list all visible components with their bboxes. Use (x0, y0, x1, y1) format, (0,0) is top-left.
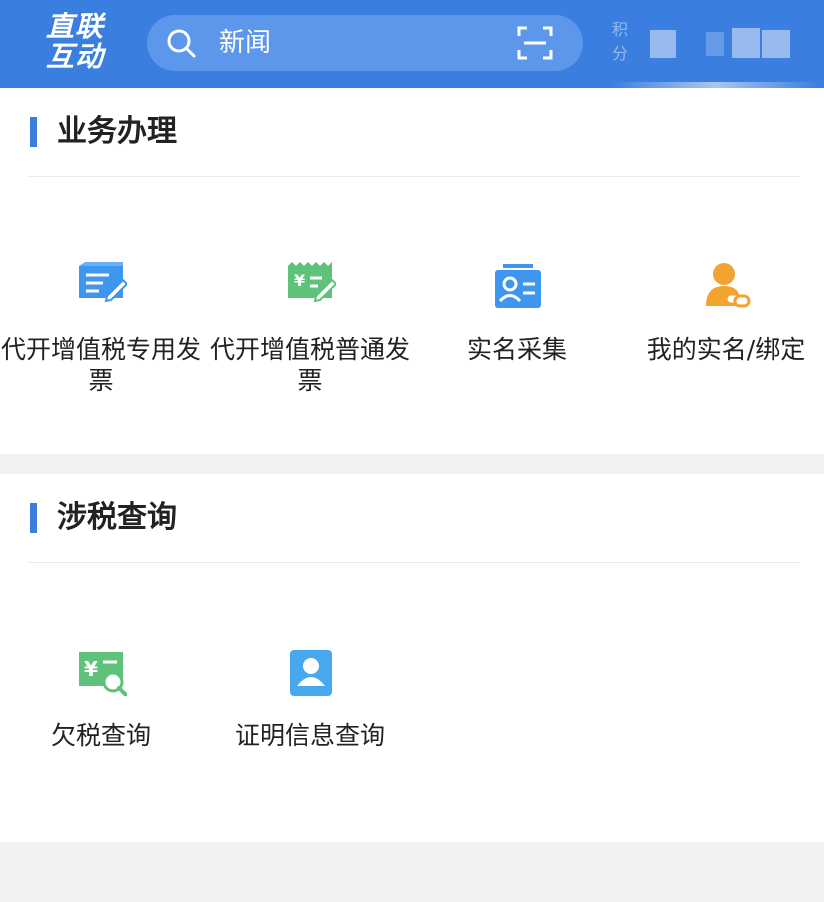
grid-item-my-real-name[interactable]: 我的实名/绑定 (626, 258, 824, 408)
logo-line-2: 互动 (46, 40, 105, 73)
tax-arrears-label: 欠税查询 (50, 721, 151, 750)
real-name-collection-label: 实名采集 (466, 335, 567, 364)
tax-query-section: 涉税查询 ¥ 欠税查询 证明信息查询 (0, 474, 824, 842)
section-title-bar (30, 503, 37, 533)
business-section: 业务办理 代开增值税专用发票 ¥ 代开增值税普通发票 实名采集 我的实名/绑定 (0, 88, 824, 454)
tax-arrears-search-icon: ¥ (79, 652, 127, 696)
svg-text:¥: ¥ (294, 271, 305, 290)
user-link-icon (706, 263, 751, 308)
grid-item-tax-arrears[interactable]: ¥ 欠税查询 (1, 646, 201, 756)
business-section-title: 业务办理 (57, 114, 177, 149)
id-card-icon (495, 264, 541, 308)
scan-icon[interactable] (517, 25, 553, 61)
divider (28, 562, 800, 563)
special-invoice-label: 代开增值税专用发票 (1, 335, 202, 395)
svg-text:¥: ¥ (84, 657, 98, 681)
app-logo[interactable]: 直联 互动 (46, 12, 122, 72)
my-real-name-label: 我的实名/绑定 (646, 335, 806, 364)
grid-item-general-invoice[interactable]: ¥ 代开增值税普通发票 (210, 258, 410, 408)
section-title: 业务办理 (30, 112, 177, 152)
section-title: 涉税查询 (30, 498, 177, 538)
grid-item-special-invoice[interactable]: 代开增值税专用发票 (1, 258, 201, 408)
grid-item-certificate-query[interactable]: 证明信息查询 (210, 646, 410, 756)
bottom-spacer (0, 842, 824, 902)
tax-query-section-title: 涉税查询 (57, 500, 177, 535)
top-header: 直联 互动 新闻 积分 (0, 0, 824, 92)
certificate-query-icon (290, 650, 332, 696)
search-icon (167, 29, 196, 58)
divider (28, 176, 800, 177)
points-label[interactable]: 积分 (612, 18, 634, 66)
search-bar[interactable]: 新闻 (147, 15, 583, 71)
certificate-query-label: 证明信息查询 (234, 721, 385, 750)
special-invoice-icon (79, 262, 127, 303)
logo-line-1: 直联 (46, 10, 105, 43)
general-invoice-icon: ¥ (288, 262, 336, 303)
general-invoice-label: 代开增值税普通发票 (210, 335, 411, 395)
grid-item-real-name-collection[interactable]: 实名采集 (417, 258, 617, 408)
search-input[interactable]: 新闻 (219, 27, 271, 59)
section-title-bar (30, 117, 37, 147)
